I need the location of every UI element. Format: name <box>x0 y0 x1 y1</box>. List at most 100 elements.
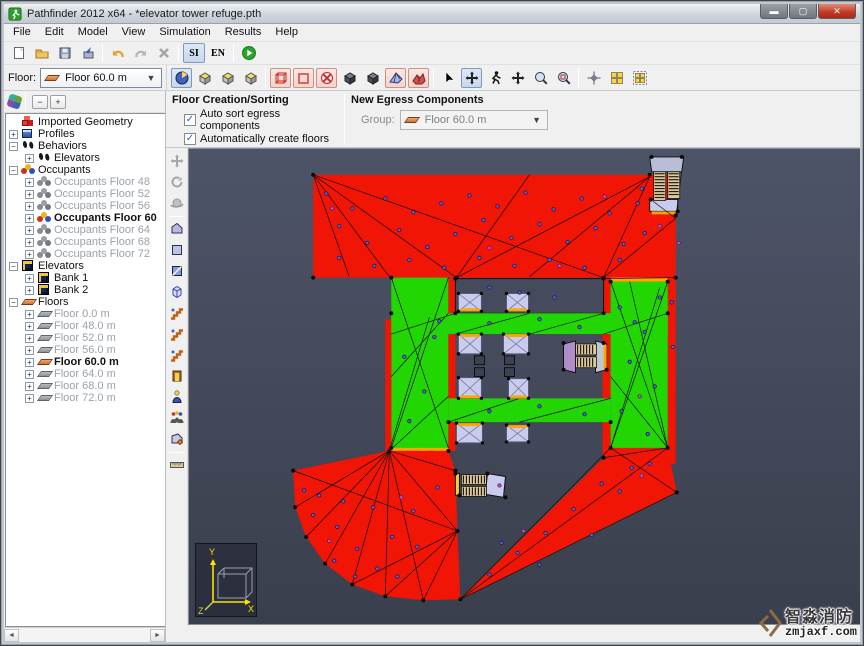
show-outline-button[interactable] <box>293 67 314 88</box>
tree-toggle[interactable]: + <box>9 129 18 139</box>
scroll-left-arrow[interactable]: ◄ <box>4 628 19 642</box>
egress-group-select[interactable]: Floor 60.0 m ▼ <box>399 110 548 130</box>
tree-item-floor-60-0-m[interactable]: + Floor 60.0 m <box>6 356 165 368</box>
tree-toggle[interactable]: + <box>25 345 34 355</box>
stairs-tool-1-button[interactable] <box>167 303 187 323</box>
tree-toggle[interactable]: + <box>25 189 34 199</box>
tree-item-occupants-floor-68[interactable]: + Occupants Floor 68 <box>6 236 165 248</box>
tree-item-floor-0-0-m[interactable]: + Floor 0.0 m <box>6 308 165 320</box>
run-simulation-button[interactable] <box>238 43 259 63</box>
tree-item-occupants-floor-56[interactable]: + Occupants Floor 56 <box>6 200 165 212</box>
snap-grid-tool-button[interactable] <box>583 68 604 88</box>
en-units-button[interactable]: EN <box>207 43 229 63</box>
undo-button[interactable] <box>107 43 128 63</box>
tree-toggle[interactable]: + <box>25 309 34 319</box>
select-tool-button[interactable] <box>438 68 459 88</box>
occupant-group-tool-button[interactable] <box>167 408 187 428</box>
measure-tool-button[interactable] <box>167 455 187 475</box>
auto-create-floors-checkbox-row[interactable]: ✓ Automatically create floors <box>184 133 336 145</box>
tree-item-floor-56-0-m[interactable]: + Floor 56.0 m <box>6 344 165 356</box>
orbit-view-button[interactable] <box>171 67 192 88</box>
zoom-tool-button[interactable] <box>530 68 551 88</box>
occupant-tool-button[interactable] <box>167 387 187 407</box>
tree-item-behaviors[interactable]: − Behaviors <box>6 140 165 152</box>
tree-item-floor-48-0-m[interactable]: + Floor 48.0 m <box>6 320 165 332</box>
show-navmesh-button[interactable] <box>385 67 406 88</box>
tree-toggle[interactable]: − <box>9 165 18 175</box>
tree-toggle[interactable]: + <box>25 201 34 211</box>
tree-toggle[interactable]: + <box>25 357 34 367</box>
extrude-tool-button[interactable] <box>167 282 187 302</box>
tree-item-imported-geometry[interactable]: Imported Geometry <box>6 116 165 128</box>
floor-select[interactable]: Floor 60.0 m ▼ <box>40 67 162 88</box>
title-bar[interactable]: Pathfinder 2012 x64 - *elevator tower re… <box>4 4 860 24</box>
menu-help[interactable]: Help <box>268 25 305 40</box>
tree-item-elevators[interactable]: + Elevators <box>6 152 165 164</box>
tree-item-floor-68-0-m[interactable]: + Floor 68.0 m <box>6 380 165 392</box>
tree-item-occupants-floor-48[interactable]: + Occupants Floor 48 <box>6 176 165 188</box>
new-file-button[interactable] <box>8 43 29 63</box>
tree-toggle[interactable]: + <box>25 237 34 247</box>
hide-geometry-button[interactable] <box>316 67 337 88</box>
menu-model[interactable]: Model <box>71 25 115 40</box>
model-canvas[interactable] <box>189 149 860 624</box>
menu-simulation[interactable]: Simulation <box>152 25 217 40</box>
scroll-right-arrow[interactable]: ► <box>150 628 165 642</box>
auto-sort-checkbox-row[interactable]: ✓ Auto sort egress components <box>184 108 336 132</box>
redo-button[interactable] <box>130 43 151 63</box>
zoom-box-tool-button[interactable] <box>553 68 574 88</box>
add-occupant-tool-button[interactable] <box>484 68 505 88</box>
menu-results[interactable]: Results <box>218 25 269 40</box>
orbit-mode-button[interactable] <box>167 193 187 213</box>
tree-toggle[interactable]: + <box>25 225 34 235</box>
show-solid-button[interactable] <box>339 68 360 88</box>
tree-item-elevators[interactable]: − Elevators <box>6 260 165 272</box>
tree-toggle[interactable]: + <box>25 249 34 259</box>
tree-toggle[interactable]: + <box>25 177 34 187</box>
menu-file[interactable]: File <box>6 25 38 40</box>
tree-item-occupants-floor-52[interactable]: + Occupants Floor 52 <box>6 188 165 200</box>
si-units-button[interactable]: SI <box>183 43 205 63</box>
tree-filter-icon[interactable] <box>6 93 23 110</box>
save-file-button[interactable] <box>54 43 75 63</box>
view-preset-top-button[interactable] <box>194 68 215 88</box>
model-view[interactable]: Y X Z <box>188 148 860 625</box>
tree-toggle[interactable]: + <box>25 369 34 379</box>
tree-toggle[interactable]: + <box>25 333 34 343</box>
tree-item-floor-72-0-m[interactable]: + Floor 72.0 m <box>6 392 165 404</box>
show-solid-shaded-button[interactable] <box>362 68 383 88</box>
view-preset-front-button[interactable] <box>217 68 238 88</box>
grid-box-tool-button[interactable] <box>629 68 650 88</box>
tree-item-occupants-floor-60[interactable]: + Occupants Floor 60 <box>6 212 165 224</box>
refuge-area-tool-button[interactable] <box>167 429 187 449</box>
stairs-tool-3-button[interactable] <box>167 345 187 365</box>
maximize-button[interactable]: ▢ <box>789 4 817 19</box>
auto-create-floors-checkbox[interactable]: ✓ <box>184 133 196 145</box>
collapse-all-button[interactable]: − <box>32 94 48 109</box>
tree-horizontal-scrollbar[interactable]: ◄ ► <box>4 627 165 642</box>
tree-item-bank-1[interactable]: + Bank 1 <box>6 272 165 284</box>
tree-item-floor-52-0-m[interactable]: + Floor 52.0 m <box>6 332 165 344</box>
tree-toggle[interactable]: + <box>25 285 34 295</box>
grid-tool-button[interactable] <box>606 68 627 88</box>
show-wireframe-button[interactable] <box>270 67 291 88</box>
move-mode-button[interactable] <box>167 151 187 171</box>
view-preset-side-button[interactable] <box>240 68 261 88</box>
minimize-button[interactable]: ▬ <box>760 4 788 19</box>
import-file-button[interactable] <box>77 43 98 63</box>
tree-toggle[interactable]: + <box>25 213 34 223</box>
stairs-tool-2-button[interactable] <box>167 324 187 344</box>
tree-toggle[interactable]: − <box>9 261 18 271</box>
tree-toggle[interactable]: + <box>25 273 34 283</box>
tree-toggle[interactable]: − <box>9 297 18 307</box>
close-button[interactable]: ✕ <box>818 4 856 19</box>
tree-item-occupants-floor-72[interactable]: + Occupants Floor 72 <box>6 248 165 260</box>
tree-toggle[interactable]: − <box>9 141 18 151</box>
pan-view-tool-button[interactable] <box>507 68 528 88</box>
menu-edit[interactable]: Edit <box>38 25 71 40</box>
show-terrain-button[interactable] <box>408 67 429 88</box>
tree-toggle[interactable]: + <box>25 381 34 391</box>
move-objects-tool-button[interactable] <box>461 67 482 88</box>
rotate-mode-button[interactable] <box>167 172 187 192</box>
polygon-room-tool-button[interactable] <box>167 219 187 239</box>
